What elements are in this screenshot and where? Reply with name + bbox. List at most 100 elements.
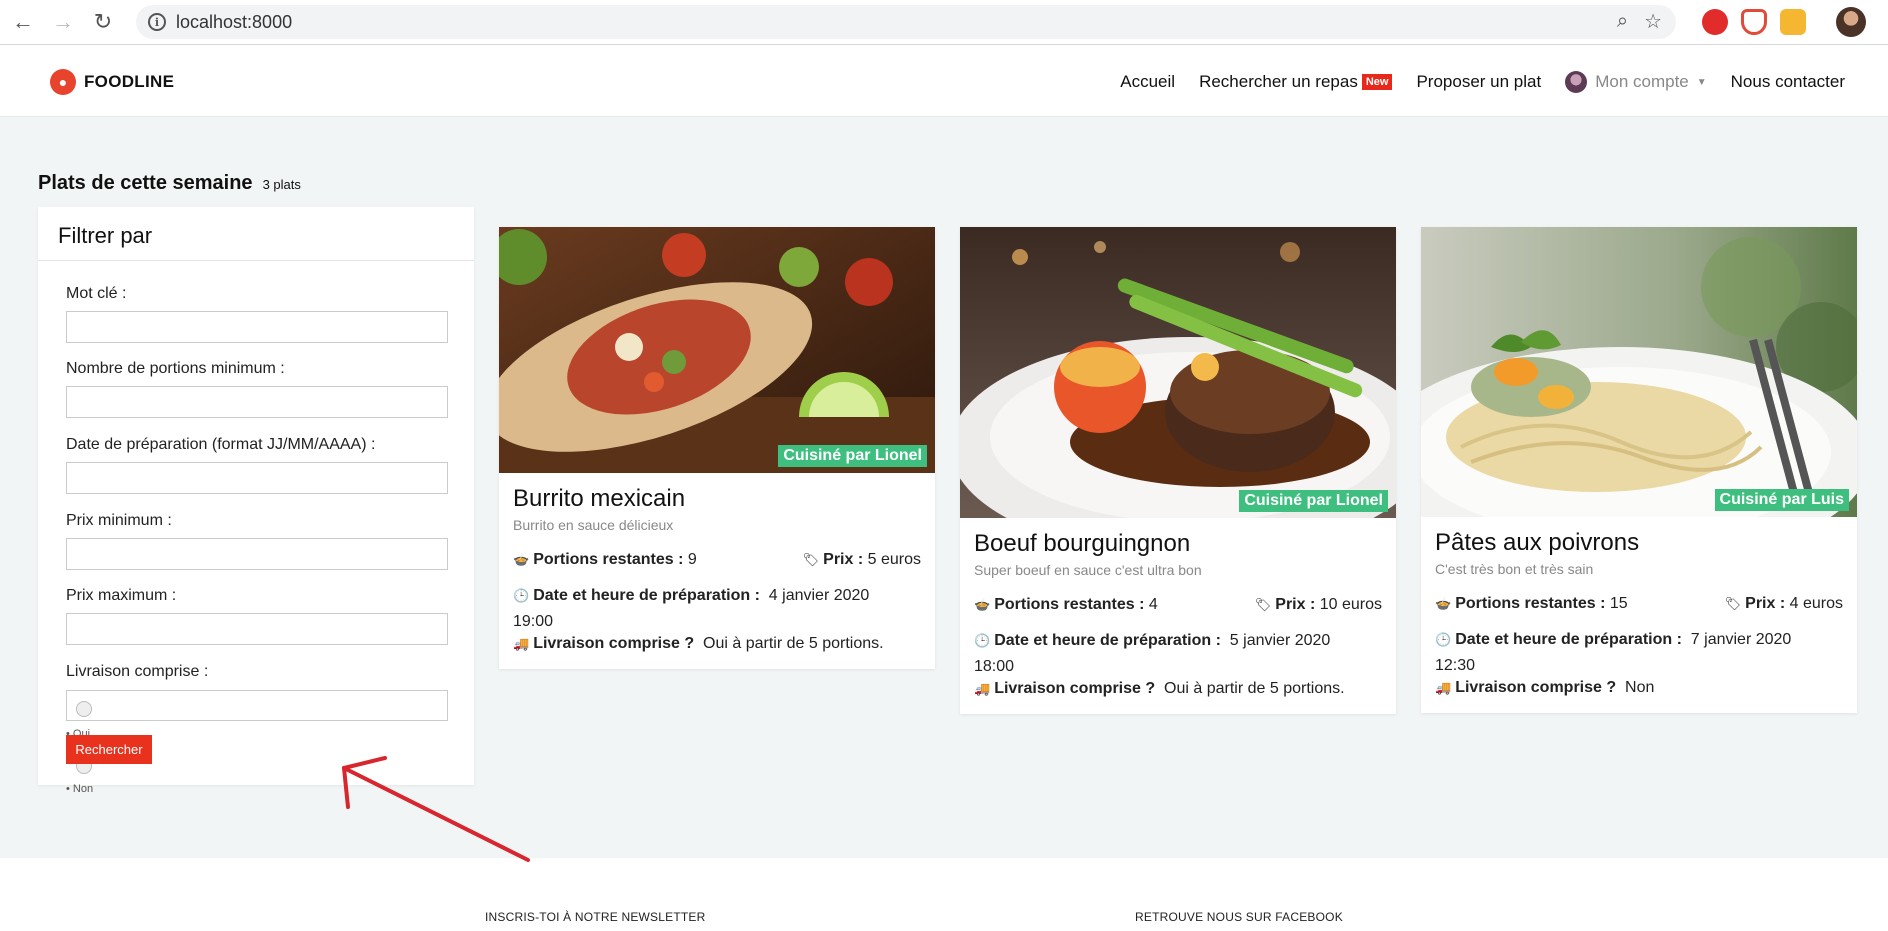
search-button[interactable]: Rechercher [66,735,152,764]
forward-arrow-icon[interactable]: → [46,5,80,39]
prep-date-label: Date de préparation (format JJ/MM/AAAA) … [66,436,376,453]
price-tag-icon: 🏷 [1724,596,1742,611]
portions-value: 4 [1148,596,1158,613]
dish-image[interactable]: Cuisiné par Luis [1421,227,1857,517]
brand-logo[interactable]: ● FOODLINE [50,69,174,95]
new-badge: New [1361,74,1393,90]
portions-info: 🍲 Portions restantes : 15 [1435,595,1628,613]
max-price-input[interactable] [66,613,448,645]
price-label: Prix : [823,551,864,568]
price-info: 🏷 Prix : 4 euros [1725,595,1843,613]
menu-item-search[interactable]: Rechercher un repas New [1199,72,1393,92]
keyword-input[interactable] [66,311,448,343]
dish-image[interactable]: Cuisiné par Lionel [499,227,935,473]
min-price-input[interactable] [66,538,448,570]
menu-item-search-label: Rechercher un repas [1199,72,1358,91]
portions-info: 🍲 Portions restantes : 4 [974,596,1158,614]
keyword-label: Mot clé : [66,285,127,302]
portions-label: Portions restantes : [994,596,1145,613]
filter-panel: Filtrer par Mot clé : Nombre de portions… [38,207,474,795]
section-title: Plats de cette semaine 3 plats [38,172,301,195]
pasta-photo [1421,227,1857,517]
prep-date-value: 4 janvier 2020 [768,587,870,604]
delivery-icon: 🚚 [974,681,991,696]
dish-subtitle: C'est très bon et très sain [1435,561,1594,577]
chef-tag: Cuisiné par Luis [1714,489,1849,511]
prep-date-input[interactable] [66,462,448,494]
site-info-icon[interactable]: i [148,13,166,31]
dish-icon: 🍲 [513,552,530,567]
prep-date-value: 5 janvier 2020 [1229,632,1331,649]
delivery-value: Oui à partir de 5 portions. [1164,680,1345,697]
price-value: 10 euros [1319,596,1382,613]
max-price-field: Prix maximum : [66,587,448,645]
portions-label: Portions restantes : [1455,595,1606,612]
caret-down-icon: ▼ [1696,76,1707,88]
dish-card[interactable]: Cuisiné par Lionel Boeuf bourguingnon Su… [960,227,1396,714]
portions-label: Portions restantes : [533,551,684,568]
yellow-extension-icon[interactable] [1780,9,1806,35]
site-header: ● FOODLINE Accueil Rechercher un repas Ne… [0,45,1888,117]
price-value: 5 euros [867,551,921,568]
account-avatar [1565,71,1588,93]
delivery-label: Livraison comprise ? [533,635,695,652]
bookmark-star-icon[interactable]: ☆ [1644,9,1662,34]
zoom-icon[interactable]: ⌕ [1617,10,1628,33]
dish-count: 3 plats [262,177,301,192]
url-text: localhost:8000 [176,11,293,32]
portions-info: 🍲 Portions restantes : 9 [513,551,697,569]
facebook-heading: RETROUVE NOUS SUR FACEBOOK [1135,910,1343,924]
price-info: 🏷 Prix : 10 euros [1255,596,1382,614]
min-portions-input[interactable] [66,386,448,418]
clock-icon: 🕒 [1435,632,1452,647]
shield-extension-icon[interactable] [1741,9,1767,35]
dish-icon: 🍲 [1435,596,1452,611]
dish-stats: 🍲 Portions restantes : 4 🏷 Prix : 10 euros [974,596,1382,614]
dish-card[interactable]: Cuisiné par Lionel Burrito mexicain Burr… [499,227,935,669]
dish-card[interactable]: Cuisiné par Luis Pâtes aux poivrons C'es… [1421,227,1857,713]
delivery-icon: 🚚 [513,636,530,651]
menu-item-home[interactable]: Accueil [1120,72,1175,92]
menu-item-propose[interactable]: Proposer un plat [1416,72,1541,92]
browser-profile-avatar[interactable] [1836,7,1866,37]
brand-name: FOODLINE [84,72,175,91]
prep-date-info: 🕒 Date et heure de préparation : 7 janvie… [1435,627,1843,679]
prep-date-info: 🕒 Date et heure de préparation : 5 janvie… [974,628,1382,680]
reload-icon[interactable]: ↻ [86,5,120,39]
prep-date-label: Date et heure de préparation : [533,587,760,604]
menu-item-contact[interactable]: Nous contacter [1731,72,1845,92]
clock-icon: 🕒 [974,633,991,648]
radio-yes[interactable] [76,701,92,717]
dish-subtitle: Burrito en sauce délicieux [513,517,674,533]
price-value: 4 euros [1789,595,1843,612]
delivery-info: 🚚 Livraison comprise ? Non [1435,679,1843,697]
section-title-text: Plats de cette semaine [38,172,253,194]
dish-title[interactable]: Pâtes aux poivrons [1435,529,1843,557]
prep-date-field: Date de préparation (format JJ/MM/AAAA) … [66,436,448,494]
delivery-label: Livraison comprise ? [1455,679,1617,696]
address-bar[interactable]: i localhost:8000 ⌕ ☆ [136,5,1676,39]
dish-stats: 🍲 Portions restantes : 15 🏷 Prix : 4 euros [1435,595,1843,613]
delivery-value: Oui à partir de 5 portions. [703,635,884,652]
prep-time-value: 19:00 [513,613,554,630]
prep-time-value: 12:30 [1435,657,1476,674]
dish-image[interactable]: Cuisiné par Lionel [960,227,1396,518]
price-tag-icon: 🏷 [1254,597,1272,612]
menu-item-account[interactable]: Mon compte ▼ [1565,71,1707,93]
portions-value: 9 [687,551,697,568]
prep-date-label: Date et heure de préparation : [994,632,1221,649]
dish-subtitle: Super boeuf en sauce c'est ultra bon [974,562,1202,578]
opera-extension-icon[interactable] [1702,9,1728,35]
keyword-field: Mot clé : [66,285,448,343]
location-pin-icon: ● [50,69,76,95]
delivery-radio-group [66,690,448,721]
delivery-label: Livraison comprise : [66,663,209,680]
account-label: Mon compte [1595,72,1689,91]
delivery-label: Livraison comprise ? [994,680,1156,697]
delivery-field: Livraison comprise : [66,663,448,689]
dish-title[interactable]: Boeuf bourguingnon [974,530,1382,558]
prep-date-label: Date et heure de préparation : [1455,631,1682,648]
price-tag-icon: 🏷 [802,552,820,567]
dish-title[interactable]: Burrito mexicain [513,485,921,513]
back-arrow-icon[interactable]: ← [6,5,40,39]
